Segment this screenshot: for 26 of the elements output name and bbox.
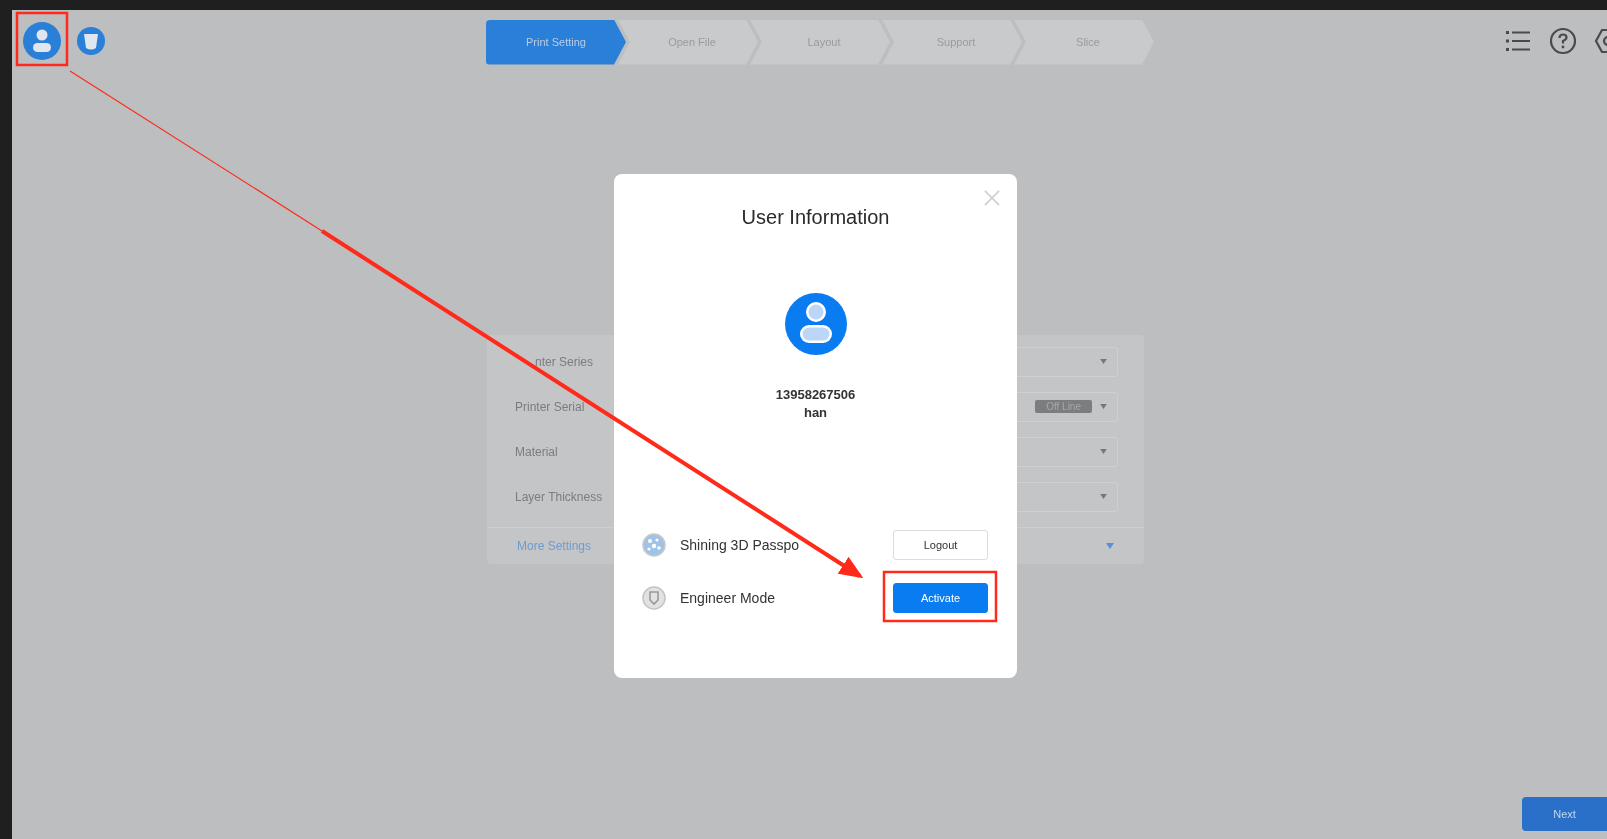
field-label: Printer Serial [515, 399, 585, 414]
account-number: 13958267506 [775, 387, 856, 402]
caret-icon[interactable] [1106, 543, 1114, 549]
field-label: nter Series [535, 354, 594, 369]
highlight-frame [15, 11, 69, 67]
globe-icon [642, 533, 666, 557]
cup-icon[interactable] [76, 26, 106, 56]
logout-button[interactable]: Logout [893, 530, 988, 560]
step-tab[interactable]: Print Setting [486, 19, 626, 65]
user-avatar-icon[interactable] [22, 21, 62, 61]
option-label: Engineer Mode [680, 590, 775, 606]
next-button[interactable]: Next [1522, 797, 1607, 831]
caret-icon [1100, 359, 1107, 364]
field-label: Material [515, 444, 558, 459]
caret-icon [1100, 449, 1107, 454]
caret-icon [1100, 494, 1107, 499]
activate-button[interactable]: Activate [893, 583, 988, 613]
user-name: han [803, 405, 828, 420]
caret-icon [1100, 404, 1107, 409]
badge-icon [642, 586, 666, 610]
option-label: Shining 3D Passpo [680, 537, 800, 553]
user-avatar-icon [783, 292, 848, 356]
dialog-title: User Information [741, 206, 890, 229]
field-label: Layer Thickness [515, 489, 603, 504]
help-icon[interactable] [1549, 27, 1577, 55]
more-settings-link[interactable]: More Settings [517, 539, 592, 553]
